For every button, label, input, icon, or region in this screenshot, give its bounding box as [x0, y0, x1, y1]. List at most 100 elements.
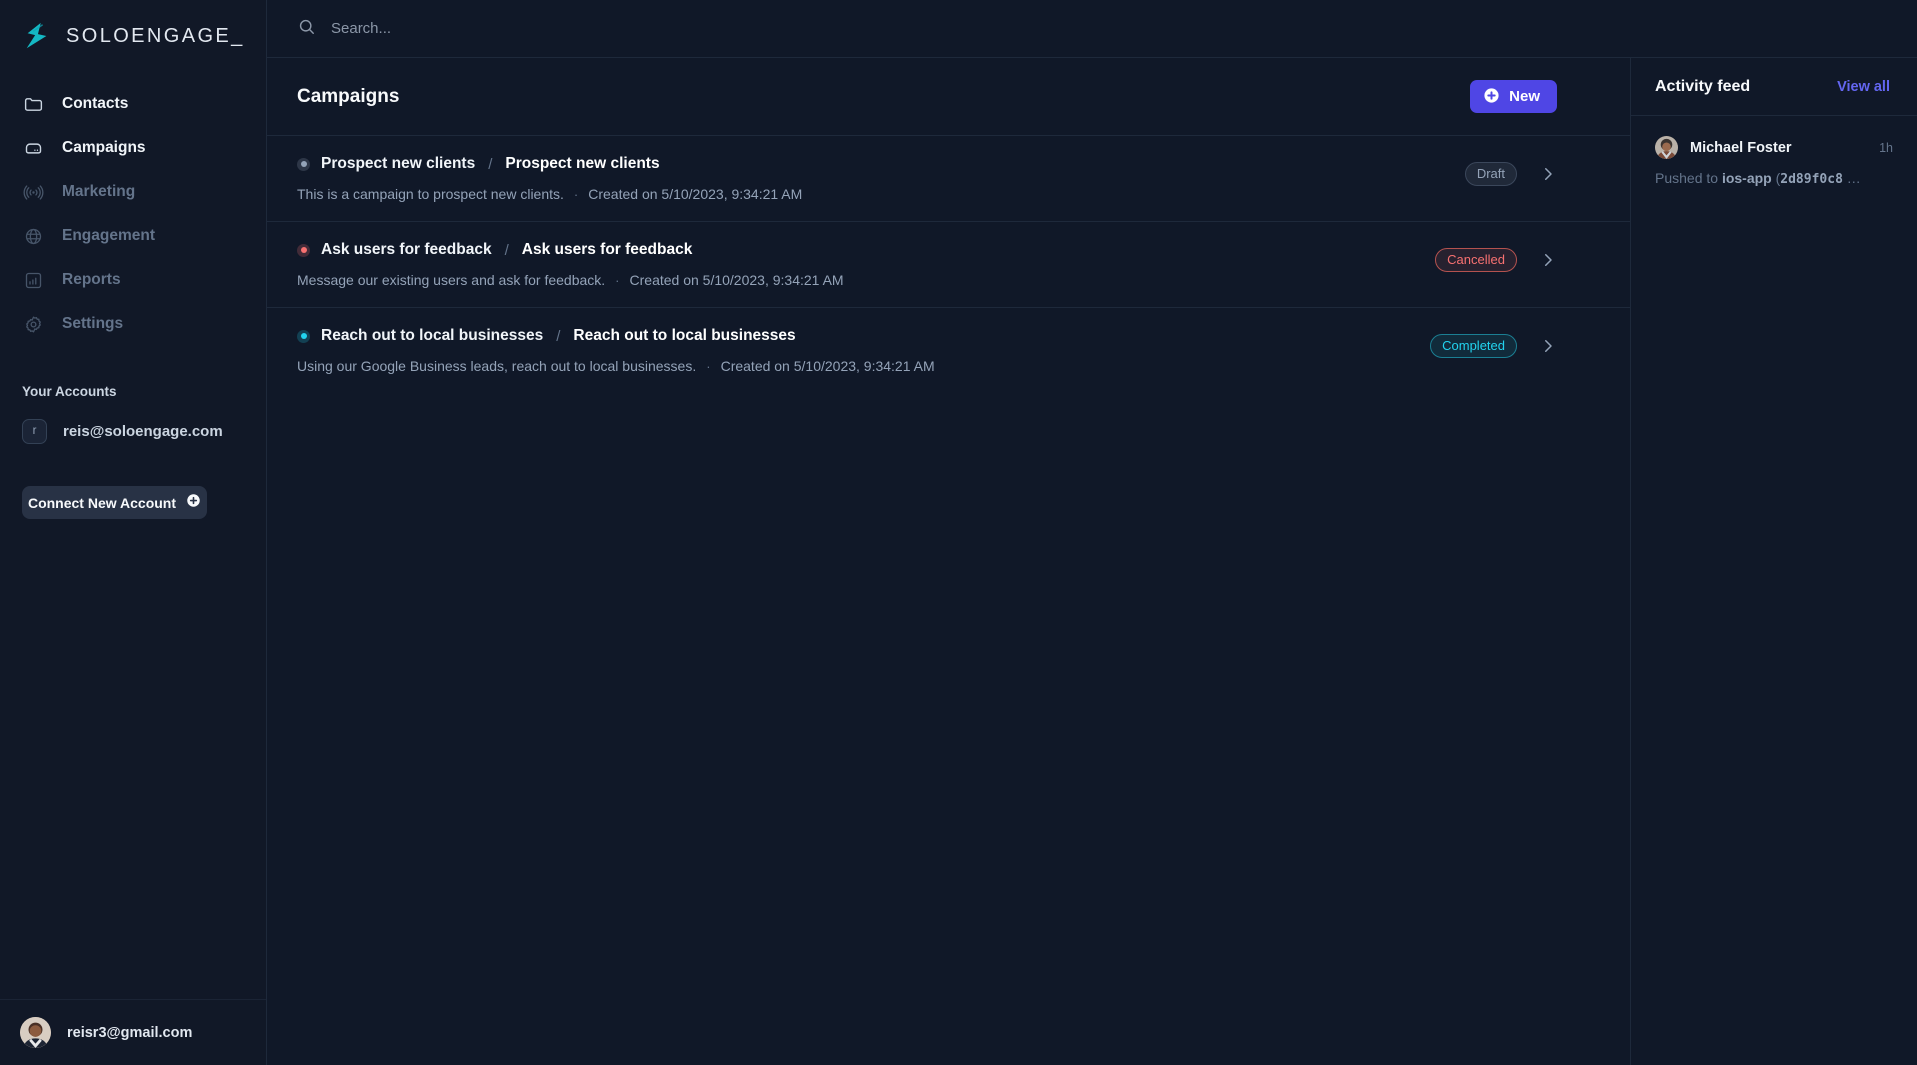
status-dot-icon	[297, 157, 310, 171]
connect-new-account-label: Connect New Account	[27, 494, 177, 511]
broadcast-icon	[22, 181, 44, 203]
status-badge: Draft	[1464, 162, 1517, 186]
brand-name: SOLOENGAGE_	[66, 24, 245, 47]
status-dot-icon	[297, 329, 310, 343]
sidebar-item-contacts[interactable]: Contacts	[0, 82, 266, 126]
topbar	[267, 0, 1917, 58]
app-root: SOLOENGAGE_ Contacts Campaigns Marketing…	[0, 0, 1917, 1065]
profile-button[interactable]: reisr3@gmail.com	[0, 999, 266, 1065]
account-email: reis@soloengage.com	[63, 422, 223, 440]
profile-email: reisr3@gmail.com	[67, 1024, 193, 1041]
activity-text-prefix: Pushed to	[1655, 170, 1722, 186]
server-icon	[22, 137, 44, 159]
sidebar-item-engagement[interactable]: Engagement	[0, 214, 266, 258]
campaign-separator: /	[556, 327, 561, 345]
campaign-actions: Draft	[1464, 162, 1557, 186]
status-badge: Completed	[1430, 334, 1517, 358]
campaign-created: Created on 5/10/2023, 9:34:21 AM	[720, 358, 935, 374]
plus-circle-icon	[186, 493, 201, 513]
campaigns-panel: Campaigns New Prospect new clients / Pro…	[267, 58, 1631, 1065]
search-bar[interactable]	[297, 17, 777, 41]
campaign-separator: /	[488, 155, 493, 173]
folder-icon	[22, 93, 44, 115]
activity-text-suffix: …	[1842, 170, 1861, 186]
meta-separator: ·	[573, 186, 579, 202]
sidebar-item-label: Reports	[62, 271, 121, 288]
gear-icon	[22, 313, 44, 335]
campaign-description: This is a campaign to prospect new clien…	[297, 186, 564, 202]
sidebar-item-settings[interactable]: Settings	[0, 302, 266, 346]
brand[interactable]: SOLOENGAGE_	[0, 0, 266, 58]
table-row[interactable]: Prospect new clients / Prospect new clie…	[267, 135, 1630, 221]
campaign-name: Prospect new clients	[505, 155, 660, 172]
sidebar-item-marketing[interactable]: Marketing	[0, 170, 266, 214]
soloengage-logo-icon	[22, 21, 52, 51]
campaign-description: Message our existing users and ask for f…	[297, 272, 606, 288]
campaign-created: Created on 5/10/2023, 9:34:21 AM	[588, 186, 803, 202]
activity-timestamp: 1h	[1879, 140, 1893, 155]
status-badge: Cancelled	[1435, 248, 1517, 272]
campaign-separator: /	[504, 241, 509, 259]
campaign-title-line: Reach out to local businesses / Reach ou…	[297, 327, 935, 345]
campaign-actions: Completed	[1430, 334, 1557, 358]
sidebar-item-label: Contacts	[62, 95, 129, 112]
account-item-reis[interactable]: r reis@soloengage.com	[0, 413, 266, 449]
sidebar-item-label: Engagement	[62, 227, 156, 244]
campaign-title-line: Ask users for feedback / Ask users for f…	[297, 241, 844, 259]
status-dot-icon	[297, 243, 310, 257]
chevron-right-icon[interactable]	[1539, 337, 1557, 355]
new-campaign-label: New	[1509, 88, 1540, 105]
activity-item-header: Michael Foster 1h	[1655, 136, 1893, 159]
campaign-description: Using our Google Business leads, reach o…	[297, 358, 697, 374]
campaign-owner: Reach out to local businesses	[321, 327, 544, 344]
sidebar-item-label: Marketing	[62, 183, 136, 200]
search-input[interactable]	[331, 20, 777, 37]
bar-chart-icon	[22, 269, 44, 291]
campaign-meta: Using our Google Business leads, reach o…	[297, 358, 935, 374]
new-campaign-button[interactable]: New	[1470, 80, 1557, 113]
search-icon	[297, 17, 316, 41]
avatar	[1655, 136, 1678, 159]
meta-separator: ·	[706, 358, 711, 374]
sidebar-item-campaigns[interactable]: Campaigns	[0, 126, 266, 170]
campaign-meta: This is a campaign to prospect new clien…	[297, 186, 802, 202]
content-area: Campaigns New Prospect new clients / Pro…	[267, 58, 1917, 1065]
avatar	[20, 1017, 51, 1048]
campaign-owner: Ask users for feedback	[321, 241, 492, 258]
activity-user-name: Michael Foster	[1690, 139, 1792, 156]
account-avatar: r	[22, 418, 47, 444]
plus-circle-icon	[1483, 87, 1500, 107]
view-all-link[interactable]: View all	[1837, 79, 1890, 95]
campaign-owner: Prospect new clients	[321, 155, 476, 172]
activity-feed-title: Activity feed	[1655, 77, 1751, 95]
campaign-name: Reach out to local businesses	[573, 327, 796, 344]
main-area: Campaigns New	[267, 0, 1917, 1065]
campaign-meta: Message our existing users and ask for f…	[297, 272, 844, 288]
sidebar-item-reports[interactable]: Reports	[0, 258, 266, 302]
activity-description: Pushed to ios-app (2d89f0c8 …	[1655, 170, 1893, 187]
chevron-right-icon[interactable]	[1539, 165, 1557, 183]
activity-text-mid: (	[1771, 170, 1781, 186]
campaign-info: Ask users for feedback / Ask users for f…	[297, 241, 844, 288]
table-row[interactable]: Ask users for feedback / Ask users for f…	[267, 221, 1630, 307]
sidebar-item-label: Campaigns	[62, 139, 146, 156]
campaign-actions: Cancelled	[1435, 248, 1557, 272]
page-header: Campaigns New	[267, 58, 1630, 135]
accounts-section-title: Your Accounts	[22, 384, 117, 399]
campaign-created: Created on 5/10/2023, 9:34:21 AM	[629, 272, 844, 288]
activity-commit-hash: 2d89f0c8	[1780, 172, 1843, 187]
list-item[interactable]: Michael Foster 1h Pushed to ios-app (2d8…	[1631, 116, 1917, 187]
campaign-title-line: Prospect new clients / Prospect new clie…	[297, 155, 802, 173]
page-title: Campaigns	[297, 85, 400, 107]
sidebar: SOLOENGAGE_ Contacts Campaigns Marketing…	[0, 0, 267, 1065]
connect-new-account-button[interactable]: Connect New Account	[22, 486, 207, 519]
campaign-name: Ask users for feedback	[521, 241, 693, 258]
campaign-info: Reach out to local businesses / Reach ou…	[297, 327, 935, 374]
activity-feed-panel: Activity feed View all Michael Foster 1h…	[1631, 58, 1917, 1065]
globe-icon	[22, 225, 44, 247]
activity-target: ios-app	[1721, 170, 1772, 186]
chevron-right-icon[interactable]	[1539, 251, 1557, 269]
campaign-info: Prospect new clients / Prospect new clie…	[297, 155, 802, 202]
sidebar-item-label: Settings	[62, 315, 124, 332]
table-row[interactable]: Reach out to local businesses / Reach ou…	[267, 307, 1630, 393]
